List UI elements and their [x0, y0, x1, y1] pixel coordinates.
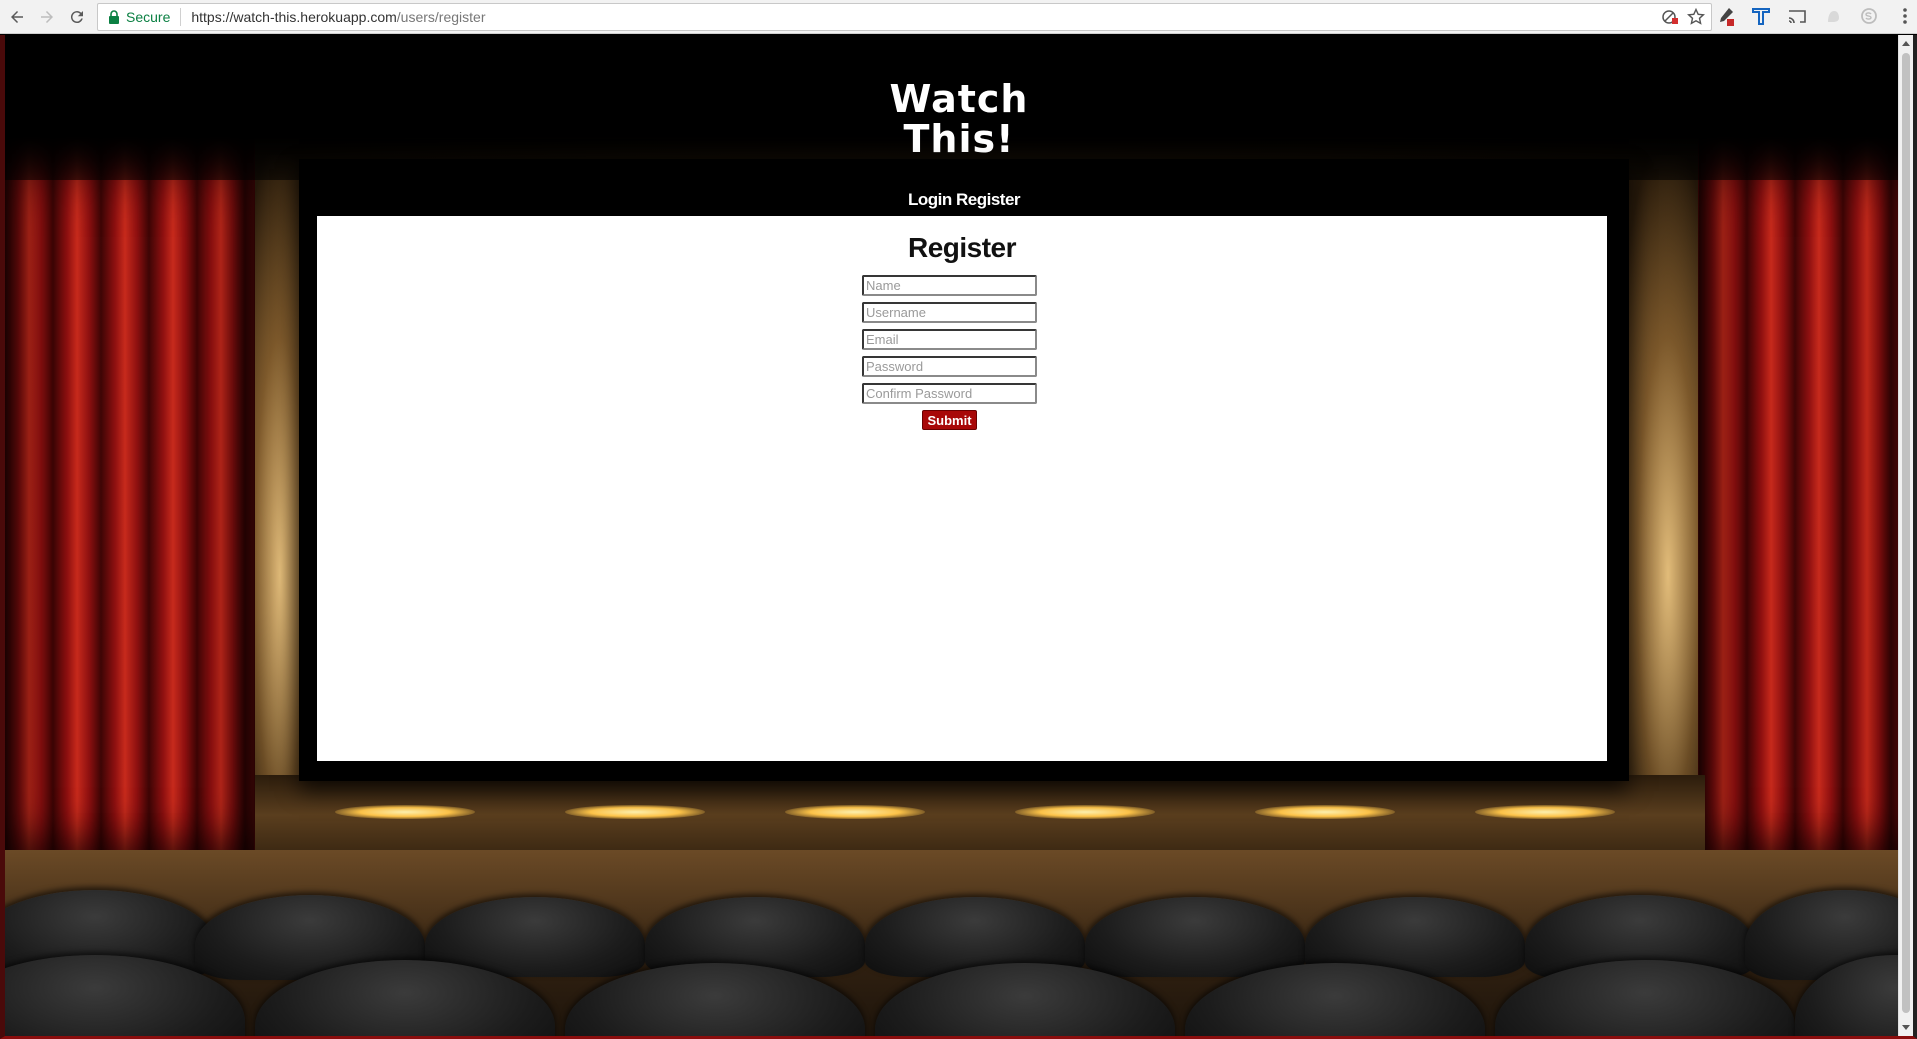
menu-dots-icon[interactable] [1894, 5, 1916, 27]
secure-label: Secure [126, 9, 171, 25]
email-input[interactable] [862, 329, 1037, 350]
movie-screen: Register Submit [317, 216, 1607, 761]
username-input[interactable] [862, 302, 1037, 323]
movie-screen-frame: Login Register Register Submit [299, 159, 1629, 781]
page-viewport: Watch This! Login Register Register Subm… [0, 35, 1917, 1039]
browser-toolbar: Secure https://watch-this.herokuapp.com /… [0, 0, 1917, 34]
lock-icon [109, 10, 119, 24]
url-path: /users/register [396, 9, 486, 25]
main-nav: Login Register [299, 190, 1629, 210]
scroll-up-icon[interactable] [1902, 41, 1910, 46]
name-input[interactable] [862, 275, 1037, 296]
logo-line-2: This! [903, 117, 1015, 161]
stage-light [1015, 805, 1155, 819]
back-arrow-icon[interactable] [4, 4, 30, 30]
submit-button[interactable]: Submit [922, 410, 977, 430]
logo-line-1: Watch [889, 77, 1029, 121]
cast-icon[interactable] [1786, 5, 1808, 27]
nav-login-link[interactable]: Login [908, 190, 952, 209]
url-host: https://watch-this.herokuapp.com [191, 9, 397, 25]
scroll-down-icon[interactable] [1902, 1025, 1910, 1030]
stage-light [565, 805, 705, 819]
register-title: Register [907, 232, 1017, 263]
stage-light [335, 805, 475, 819]
ghost-extension-icon[interactable] [1822, 5, 1844, 27]
curtain-right [1698, 135, 1913, 855]
shield-block-icon[interactable] [1661, 8, 1679, 26]
extensions-bar [1714, 5, 1916, 27]
curtain-left [5, 135, 255, 855]
register-form: Submit [862, 275, 1037, 430]
star-icon[interactable] [1687, 8, 1705, 26]
omnibox-divider [180, 8, 182, 26]
address-bar[interactable]: Secure https://watch-this.herokuapp.com /… [97, 3, 1712, 31]
omnibox-actions [1661, 8, 1705, 26]
site-header: Watch This! [5, 35, 1913, 159]
reload-icon[interactable] [64, 4, 90, 30]
stage-light [1255, 805, 1395, 819]
forward-arrow-icon[interactable] [34, 4, 60, 30]
confirm-password-input[interactable] [862, 383, 1037, 404]
page-scrollbar[interactable] [1898, 35, 1913, 1036]
scroll-thumb[interactable] [1902, 53, 1910, 1013]
stage-light [785, 805, 925, 819]
translate-icon[interactable] [1750, 5, 1772, 27]
nav-register-link[interactable]: Register [956, 190, 1021, 209]
stage-light [1475, 805, 1615, 819]
password-input[interactable] [862, 356, 1037, 377]
skype-icon[interactable] [1858, 5, 1880, 27]
eyedropper-icon[interactable] [1714, 5, 1736, 27]
site-logo[interactable]: Watch This! [5, 79, 1913, 159]
